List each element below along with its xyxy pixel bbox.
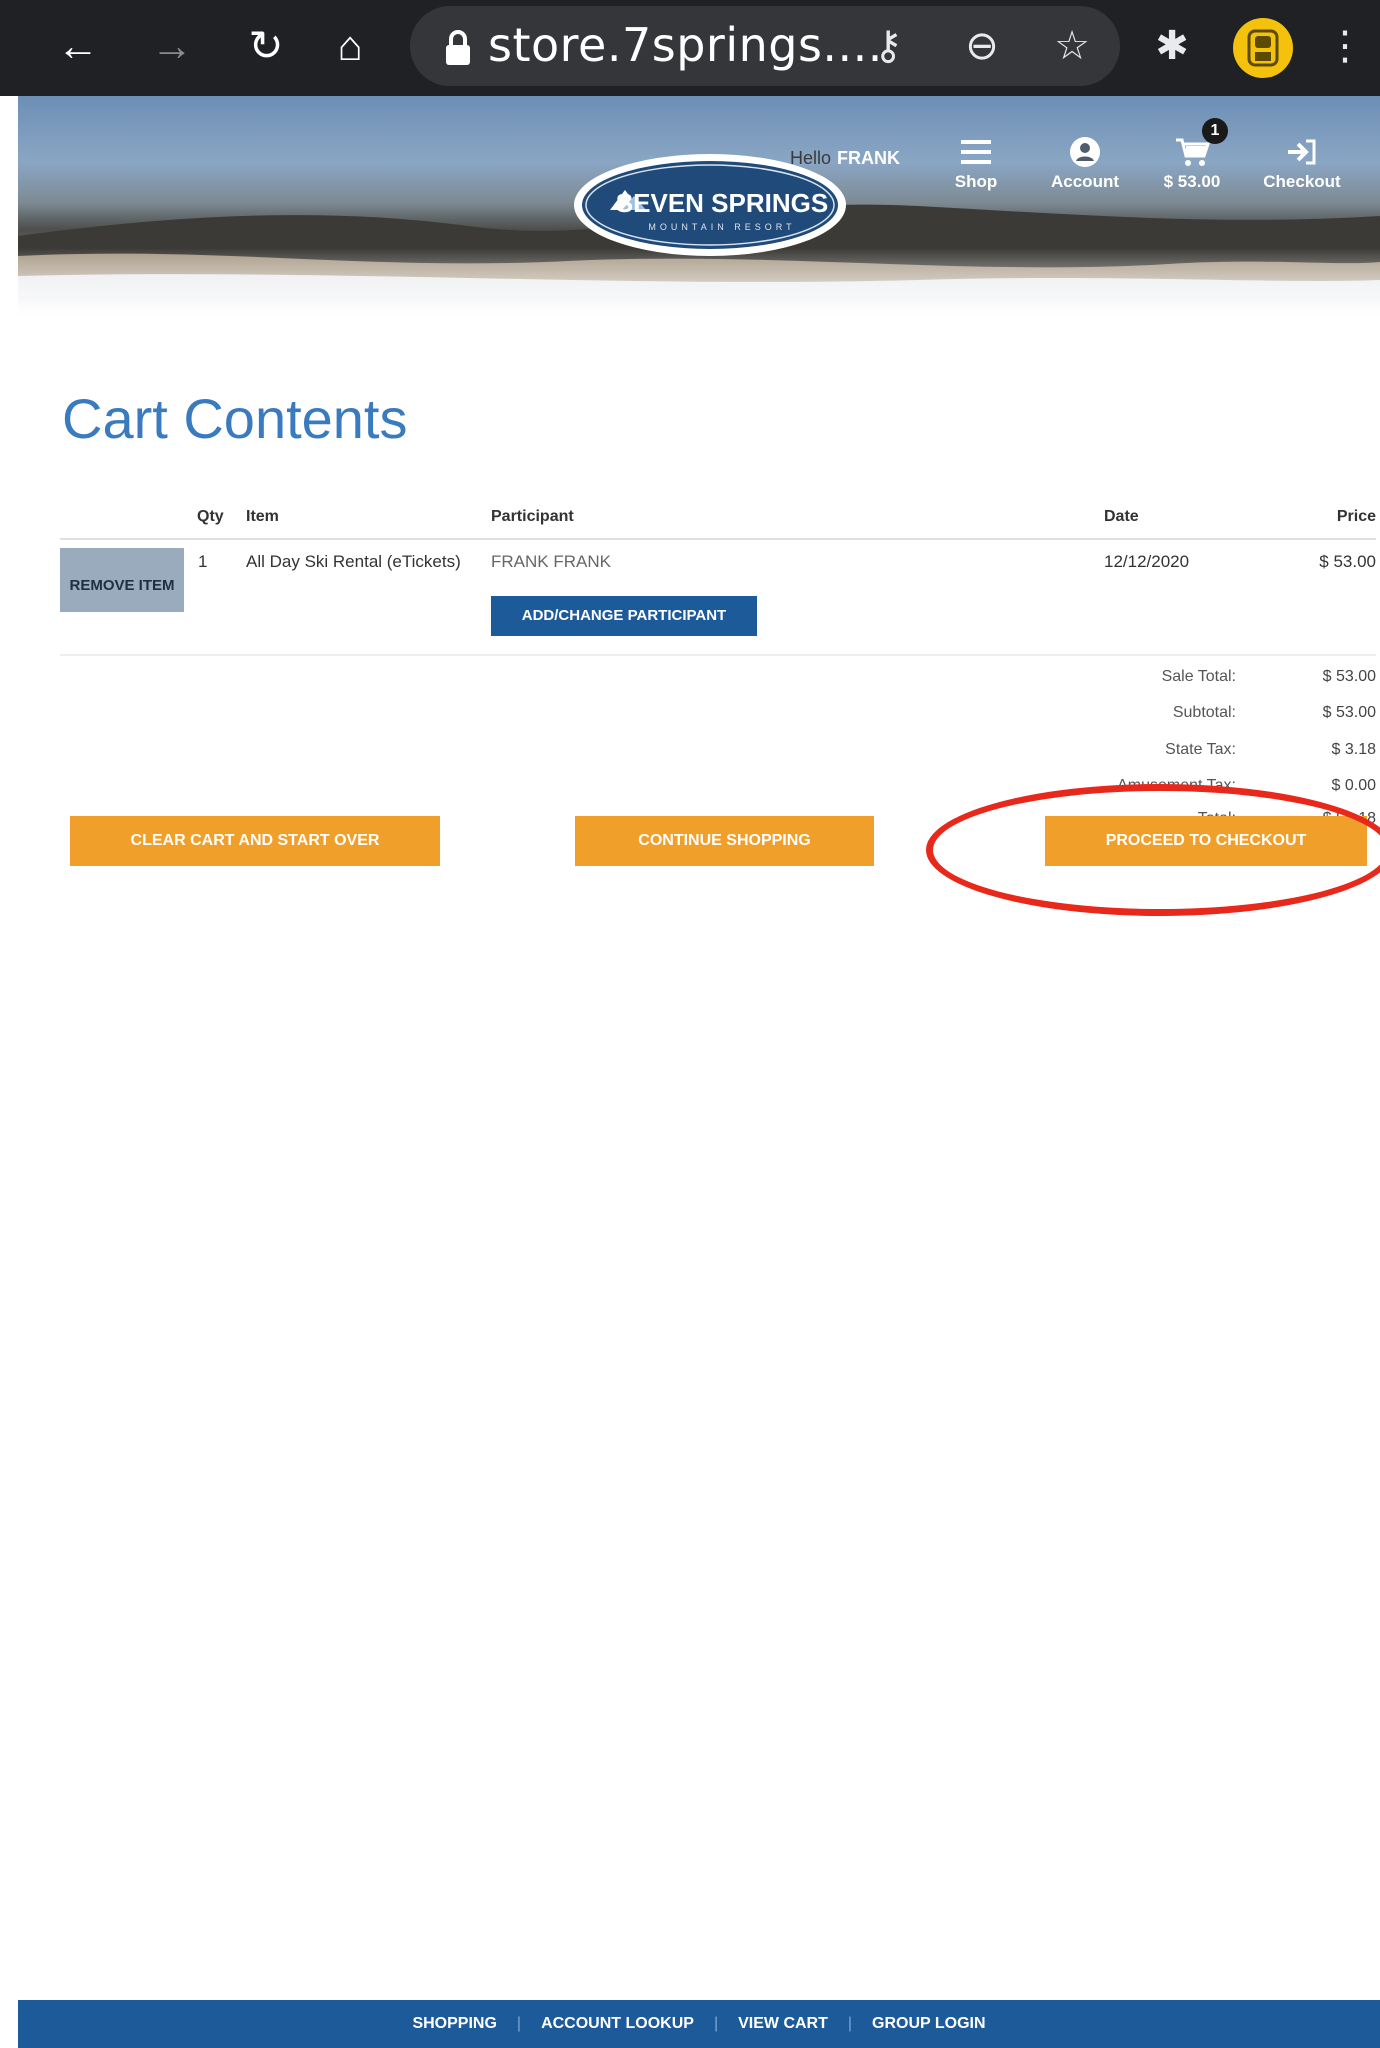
add-change-participant-button[interactable]: ADD/CHANGE PARTICIPANT — [491, 596, 757, 636]
nav-checkout-label: Checkout — [1263, 172, 1341, 191]
home-icon[interactable]: ⌂ — [318, 14, 382, 78]
browser-menu-icon[interactable]: ⋮ — [1320, 14, 1370, 78]
user-greeting: Hello FRANK — [790, 148, 900, 169]
column-header-participant: Participant — [491, 508, 574, 525]
amusement-tax-value: $ 0.00 — [1331, 777, 1376, 794]
sale-total-label: Sale Total: — [1161, 668, 1236, 685]
cart-count-badge: 1 — [1202, 118, 1228, 144]
extensions-icon[interactable]: ✱ — [1140, 14, 1204, 78]
state-tax-value: $ 3.18 — [1331, 741, 1376, 758]
state-tax-label: State Tax: — [1165, 741, 1236, 758]
page-title: Cart Contents — [62, 387, 408, 450]
greeting-username: FRANK — [837, 148, 901, 168]
zoom-icon[interactable]: ⊖ — [950, 14, 1014, 78]
table-row-divider — [60, 654, 1376, 656]
footer-link-account-lookup[interactable]: ACCOUNT LOOKUP — [541, 2015, 694, 2033]
browser-toolbar: ← → ↻ ⌂ store.7springs.... ⚷ ⊖ ☆ ✱ ⋮ — [0, 0, 1380, 96]
nav-shop-label: Shop — [954, 172, 998, 191]
remove-item-button[interactable]: REMOVE ITEM — [60, 548, 184, 612]
footer-separator: | — [847, 2015, 853, 2032]
column-header-item: Item — [246, 508, 279, 525]
menu-icon — [961, 132, 991, 172]
key-icon[interactable]: ⚷ — [856, 14, 920, 78]
column-header-price: Price — [1336, 508, 1376, 525]
footer-separator: | — [516, 2015, 522, 2032]
row-item-name: All Day Ski Rental (eTickets) — [246, 552, 461, 571]
subtotal-label: Subtotal: — [1172, 704, 1236, 721]
row-participant: FRANK FRANK — [491, 552, 611, 571]
lock-icon — [446, 30, 470, 65]
forward-icon[interactable]: → — [140, 14, 204, 78]
logo-subtext: MOUNTAIN RESORT — [648, 222, 795, 232]
continue-shopping-button[interactable]: CONTINUE SHOPPING — [575, 816, 874, 866]
back-icon[interactable]: ← — [46, 14, 110, 78]
site-footer: SHOPPING | ACCOUNT LOOKUP | VIEW CART | … — [18, 2000, 1380, 2048]
nav-account[interactable]: Account — [1040, 132, 1130, 202]
column-header-qty: Qty — [197, 508, 224, 525]
profile-avatar-icon[interactable] — [1233, 18, 1293, 78]
account-icon — [1069, 132, 1101, 172]
sign-in-icon — [1286, 132, 1318, 172]
nav-account-label: Account — [1051, 172, 1119, 191]
clear-cart-button[interactable]: CLEAR CART AND START OVER — [70, 816, 440, 866]
proceed-to-checkout-button[interactable]: PROCEED TO CHECKOUT — [1045, 816, 1367, 866]
row-qty: 1 — [198, 552, 208, 571]
sale-total-value: $ 53.00 — [1322, 668, 1376, 685]
footer-link-group-login[interactable]: GROUP LOGIN — [872, 2015, 986, 2033]
url-text[interactable]: store.7springs.... — [488, 18, 883, 72]
greeting-label: Hello — [790, 148, 832, 168]
logo-text: SEVEN SPRINGS — [616, 188, 828, 218]
nav-cart[interactable]: $ 53.00 — [1150, 132, 1234, 202]
reload-icon[interactable]: ↻ — [234, 14, 298, 78]
footer-link-shopping[interactable]: SHOPPING — [412, 2015, 496, 2033]
amusement-tax-label: Amusement Tax: — [1117, 777, 1236, 794]
footer-separator: | — [713, 2015, 719, 2032]
nav-shop[interactable]: Shop — [946, 132, 1006, 202]
star-icon[interactable]: ☆ — [1040, 14, 1104, 78]
table-header-divider — [60, 538, 1376, 540]
footer-link-view-cart[interactable]: VIEW CART — [738, 2015, 828, 2033]
nav-checkout[interactable]: Checkout — [1254, 132, 1350, 202]
subtotal-value: $ 53.00 — [1322, 704, 1376, 721]
row-date: 12/12/2020 — [1104, 552, 1190, 571]
nav-cart-total: $ 53.00 — [1163, 172, 1221, 191]
row-price: $ 53.00 — [1319, 552, 1376, 571]
column-header-date: Date — [1104, 508, 1139, 525]
